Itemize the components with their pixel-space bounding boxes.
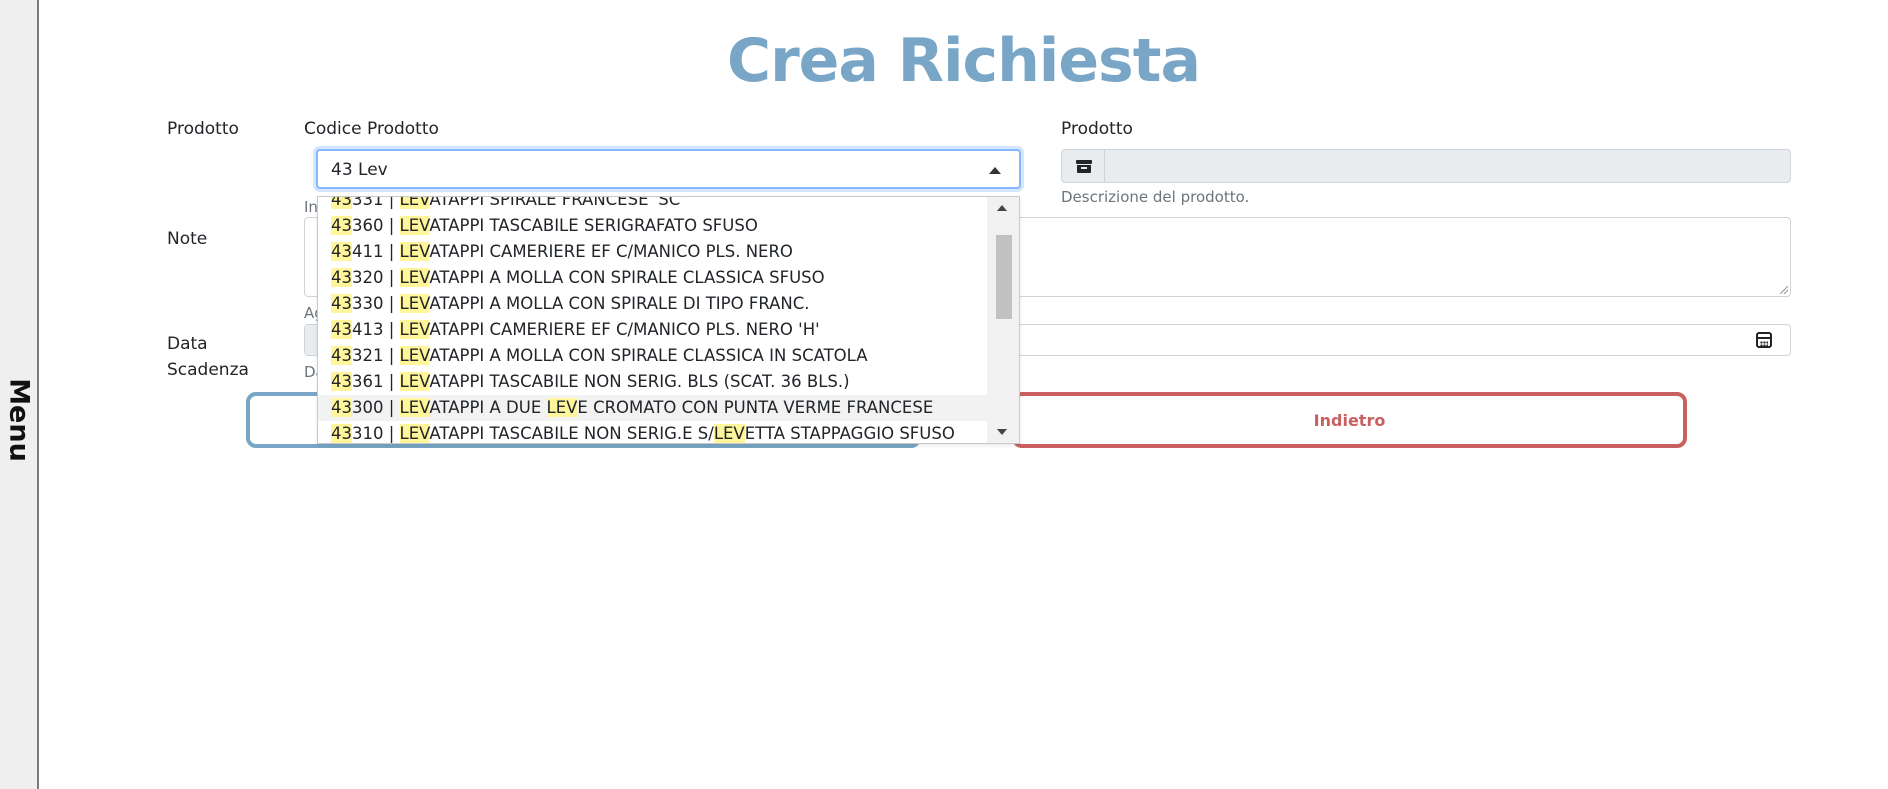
archive-icon <box>1076 160 1092 173</box>
code-label: Codice Prodotto <box>304 119 439 139</box>
product-label: Prodotto <box>1061 119 1133 139</box>
menu-label[interactable]: Menu <box>3 378 34 462</box>
back-button[interactable]: Indietro <box>1012 392 1687 448</box>
dropdown-option[interactable]: 43331 | LEVATAPPI SPIRALE FRANCESE 'SC' <box>318 196 988 213</box>
option-desc-match: LEV <box>546 398 578 417</box>
dropdown-option[interactable]: 43413 | LEVATAPPI CAMERIERE EF C/MANICO … <box>318 317 988 343</box>
option-desc: E CROMATO CON PUNTA VERME FRANCESE <box>577 398 934 417</box>
option-desc: ATAPPI TASCABILE NON SERIG. BLS (SCAT. 3… <box>429 372 850 391</box>
option-code: 300 | <box>352 398 400 417</box>
option-desc: ATAPPI A MOLLA CON SPIRALE DI TIPO FRANC… <box>429 294 810 313</box>
option-desc-match: LEV <box>399 197 430 209</box>
option-desc-match: LEV <box>399 242 430 261</box>
option-code-match: 43 <box>331 398 352 417</box>
option-code-match: 43 <box>331 372 352 391</box>
scroll-down-icon[interactable] <box>997 429 1007 435</box>
option-code: 331 | <box>352 196 400 209</box>
dropdown-option[interactable]: 43360 | LEVATAPPI TASCABILE SERIGRAFATO … <box>318 213 988 239</box>
dropdown-option[interactable]: 43361 | LEVATAPPI TASCABILE NON SERIG. B… <box>318 369 988 395</box>
option-desc: ATAPPI A DUE <box>429 398 547 417</box>
option-desc: ATAPPI CAMERIERE EF C/MANICO PLS. NERO <box>429 242 793 261</box>
option-code: 330 | <box>352 294 400 313</box>
option-desc-match: LEV <box>399 346 430 365</box>
option-code-match: 43 <box>331 346 352 365</box>
option-desc: ATAPPI A MOLLA CON SPIRALE CLASSICA IN S… <box>429 346 868 365</box>
option-code-match: 43 <box>331 268 352 287</box>
product-input-group <box>1061 149 1791 183</box>
option-code-match: 43 <box>331 424 352 443</box>
product-help-text: Descrizione del prodotto. <box>1061 188 1250 206</box>
resize-grip-icon[interactable] <box>1780 286 1788 294</box>
option-code: 321 | <box>352 346 400 365</box>
option-code: 361 | <box>352 372 400 391</box>
dropdown-option[interactable]: 43310 | LEVATAPPI TASCABILE NON SERIG.E … <box>318 421 988 443</box>
dropdown-option[interactable]: 43330 | LEVATAPPI A MOLLA CON SPIRALE DI… <box>318 291 988 317</box>
caret-up-icon[interactable] <box>989 167 1001 174</box>
option-desc: ATAPPI A MOLLA CON SPIRALE CLASSICA SFUS… <box>429 268 825 287</box>
option-desc: ETTA STAPPAGGIO SFUSO <box>744 424 955 443</box>
product-description-input <box>1104 149 1791 183</box>
dropdown-scrollbar[interactable] <box>987 197 1019 443</box>
option-desc: ATAPPI SPIRALE FRANCESE 'SC' <box>429 196 685 209</box>
dropdown-options: 43331 | LEVATAPPI SPIRALE FRANCESE 'SC' 4… <box>318 196 988 443</box>
option-code: 310 | <box>352 424 400 443</box>
option-code-match: 43 <box>331 320 352 339</box>
code-select[interactable]: 43 Lev <box>316 149 1021 189</box>
product-icon-addon <box>1061 149 1105 183</box>
option-desc: ATAPPI CAMERIERE EF C/MANICO PLS. NERO '… <box>429 320 820 339</box>
dropdown-option[interactable]: 43321 | LEVATAPPI A MOLLA CON SPIRALE CL… <box>318 343 988 369</box>
scroll-up-icon[interactable] <box>997 205 1007 211</box>
side-menu[interactable]: Menu <box>0 0 39 789</box>
option-code-match: 43 <box>331 197 352 209</box>
option-desc-match: LEV <box>399 424 430 443</box>
note-label: Note <box>167 229 208 249</box>
date-label-line1: Data <box>167 334 208 354</box>
option-code-match: 43 <box>331 216 352 235</box>
option-desc-match: LEV <box>399 398 430 417</box>
option-code: 411 | <box>352 242 400 261</box>
dropdown-option[interactable]: 43411 | LEVATAPPI CAMERIERE EF C/MANICO … <box>318 239 988 265</box>
code-help-text: In <box>304 198 318 216</box>
option-code-match: 43 <box>331 242 352 261</box>
option-desc-match: LEV <box>713 424 745 443</box>
scroll-thumb[interactable] <box>996 235 1012 319</box>
option-code: 360 | <box>352 216 400 235</box>
option-code-match: 43 <box>331 294 352 313</box>
option-code: 413 | <box>352 320 400 339</box>
option-desc-match: LEV <box>399 294 430 313</box>
calendar-icon[interactable] <box>1756 332 1772 348</box>
option-desc-match: LEV <box>399 268 430 287</box>
option-desc-match: LEV <box>399 320 430 339</box>
date-label-line2: Scadenza <box>167 360 249 380</box>
product-row-label: Prodotto <box>167 119 239 139</box>
option-desc: ATAPPI TASCABILE SERIGRAFATO SFUSO <box>429 216 758 235</box>
option-desc-match: LEV <box>399 216 430 235</box>
option-desc-match: LEV <box>399 372 430 391</box>
code-dropdown-list[interactable]: 43331 | LEVATAPPI SPIRALE FRANCESE 'SC' 4… <box>317 196 1020 444</box>
dropdown-option[interactable]: 43300 | LEVATAPPI A DUE LEVE CROMATO CON… <box>318 395 988 421</box>
option-code: 320 | <box>352 268 400 287</box>
option-desc: ATAPPI TASCABILE NON SERIG.E S/ <box>429 424 714 443</box>
dropdown-option[interactable]: 43320 | LEVATAPPI A MOLLA CON SPIRALE CL… <box>318 265 988 291</box>
page-title: Crea Richiesta <box>727 26 1201 96</box>
code-select-value: 43 Lev <box>331 160 388 180</box>
